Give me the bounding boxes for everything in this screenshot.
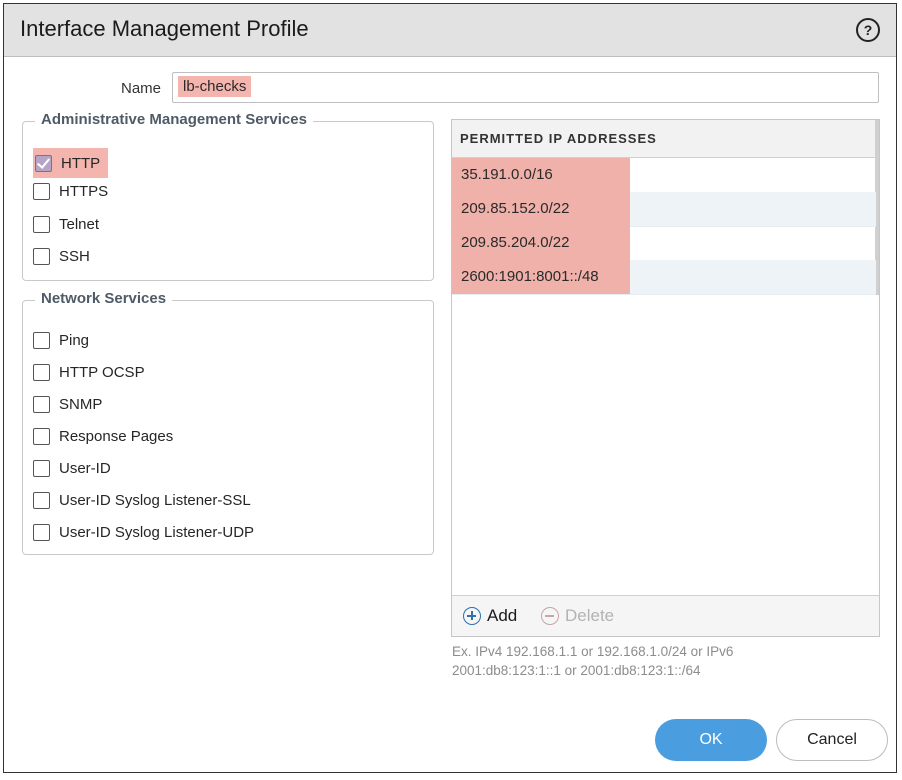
checkbox-label: User-ID — [59, 459, 111, 477]
ip-value: 209.85.204.0/22 — [452, 226, 630, 260]
name-input[interactable]: lb-checks — [172, 72, 879, 103]
checkbox-user-id-syslog-udp[interactable] — [33, 523, 50, 541]
ip-value: 209.85.152.0/22 — [452, 192, 630, 226]
checkbox-http-ocsp-row[interactable]: HTTP OCSP — [33, 361, 145, 383]
interface-management-profile-dialog: Interface Management Profile ? Name lb-c… — [3, 3, 897, 773]
checkbox-http-row[interactable]: HTTP — [33, 148, 109, 178]
dialog-titlebar: Interface Management Profile ? — [4, 4, 896, 57]
ip-format-hint: Ex. IPv4 192.168.1.1 or 192.168.1.0/24 o… — [452, 642, 832, 680]
delete-label: Delete — [565, 606, 615, 625]
checkbox-snmp-row[interactable]: SNMP — [33, 393, 102, 415]
plus-circle-icon — [463, 607, 481, 625]
checkbox-label: HTTPS — [59, 182, 109, 200]
admin-services-group: Administrative Management Services HTTP … — [22, 111, 434, 281]
checkbox-ssh[interactable] — [33, 247, 50, 265]
checkbox-label: SNMP — [59, 395, 103, 413]
ip-toolbar: Add Delete — [452, 595, 879, 636]
checkbox-label: HTTP OCSP — [59, 363, 145, 381]
checkbox-label: User-ID Syslog Listener-SSL — [59, 491, 251, 509]
checkbox-telnet[interactable] — [33, 215, 50, 233]
hint-line-1: Ex. IPv4 192.168.1.1 or 192.168.1.0/24 o… — [452, 644, 734, 659]
checkbox-https[interactable] — [33, 182, 50, 200]
checkbox-user-id-row[interactable]: User-ID — [33, 457, 111, 479]
ip-row[interactable]: 209.85.152.0/22 — [452, 192, 876, 227]
ip-row[interactable]: 35.191.0.0/16 — [452, 158, 876, 193]
add-label: Add — [487, 606, 518, 625]
admin-services-legend: Administrative Management Services — [35, 111, 313, 128]
dialog-title: Interface Management Profile — [20, 16, 309, 41]
ip-row[interactable]: 209.85.204.0/22 — [452, 226, 876, 261]
minus-circle-icon — [541, 607, 559, 625]
network-services-legend: Network Services — [35, 290, 173, 307]
add-button[interactable]: Add — [463, 606, 517, 626]
checkbox-ping-row[interactable]: Ping — [33, 329, 89, 351]
permitted-ip-panel: PERMITTED IP ADDRESSES 35.191.0.0/16 209… — [451, 119, 880, 637]
checkbox-ssh-row[interactable]: SSH — [33, 245, 90, 267]
checkbox-response-pages-row[interactable]: Response Pages — [33, 425, 173, 447]
checkbox-user-id-syslog-ssl-row[interactable]: User-ID Syslog Listener-SSL — [33, 489, 251, 511]
checkbox-user-id[interactable] — [33, 459, 50, 477]
name-value: lb-checks — [178, 76, 252, 97]
checkbox-user-id-syslog-ssl[interactable] — [33, 491, 50, 509]
hint-line-2: 2001:db8:123:1::1 or 2001:db8:123:1::/64 — [452, 663, 701, 678]
checkbox-response-pages[interactable] — [33, 427, 50, 445]
checkbox-label: User-ID Syslog Listener-UDP — [59, 523, 255, 541]
checkbox-http-ocsp[interactable] — [33, 363, 50, 381]
ip-value: 35.191.0.0/16 — [452, 158, 630, 192]
cancel-button[interactable]: Cancel — [776, 719, 888, 761]
checkbox-label: Telnet — [59, 215, 100, 233]
permitted-ip-header[interactable]: PERMITTED IP ADDRESSES — [452, 120, 879, 158]
ip-value: 2600:1901:8001::/48 — [452, 260, 630, 294]
checkbox-label: SSH — [59, 247, 90, 265]
network-services-group: Network Services Ping HTTP OCSP SNMP Res… — [22, 290, 434, 555]
checkbox-label: Response Pages — [59, 427, 174, 445]
checkbox-snmp[interactable] — [33, 395, 50, 413]
checkbox-http[interactable] — [35, 154, 52, 172]
checkbox-label: Ping — [59, 331, 90, 349]
checkbox-user-id-syslog-udp-row[interactable]: User-ID Syslog Listener-UDP — [33, 521, 254, 543]
ok-button[interactable]: OK — [655, 719, 767, 761]
delete-button[interactable]: Delete — [541, 606, 614, 626]
name-label: Name — [121, 80, 162, 97]
checkbox-ping[interactable] — [33, 331, 50, 349]
checkbox-label: HTTP — [61, 154, 101, 172]
ip-row[interactable]: 2600:1901:8001::/48 — [452, 260, 876, 295]
checkbox-https-row[interactable]: HTTPS — [33, 180, 108, 202]
help-icon[interactable]: ? — [856, 18, 880, 42]
checkbox-telnet-row[interactable]: Telnet — [33, 213, 99, 235]
